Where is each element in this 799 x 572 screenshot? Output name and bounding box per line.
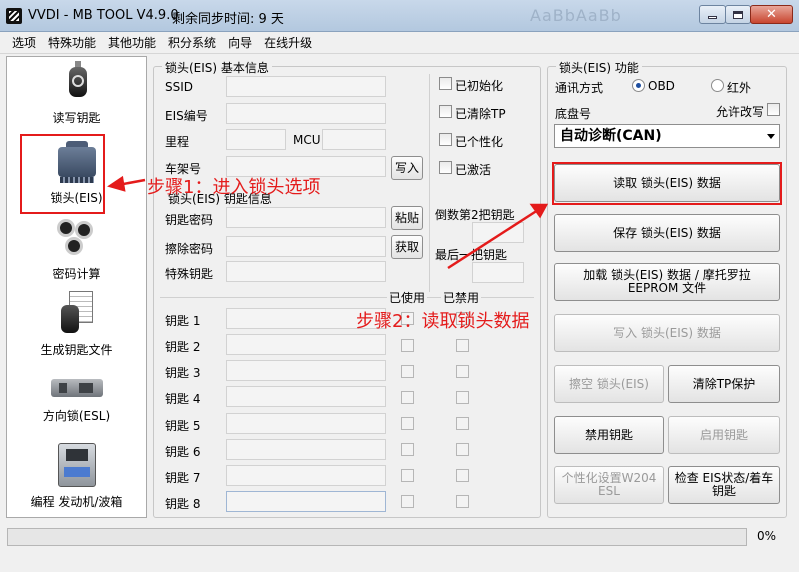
annotation-arrows: [107, 175, 549, 270]
progress-percent: 0%: [757, 529, 777, 543]
step1-arrow: [107, 175, 146, 192]
progress-bar: [7, 528, 747, 546]
step2-arrow: [447, 203, 549, 270]
